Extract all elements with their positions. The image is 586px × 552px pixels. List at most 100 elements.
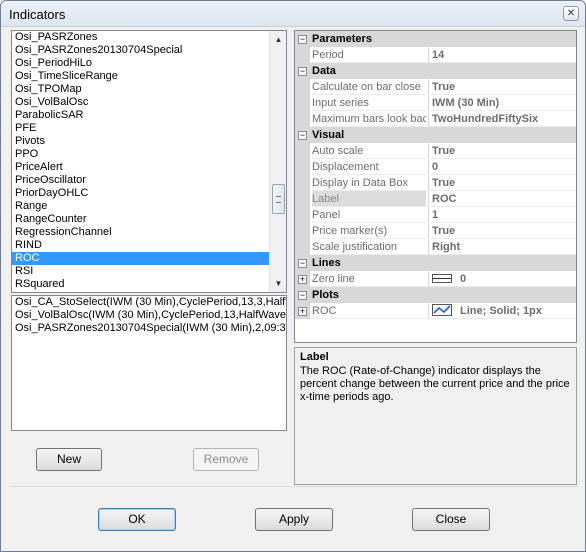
list-item[interactable]: Osi_VolBalOsc [12,96,269,109]
close-button[interactable]: Close [412,508,490,531]
category-lines[interactable]: − Lines [295,255,576,271]
property-row[interactable]: Label ROC [295,191,576,207]
remove-button[interactable]: Remove [193,448,259,471]
property-value[interactable]: Right [428,239,576,255]
property-name: Display in Data Box [312,175,426,191]
close-icon[interactable]: ✕ [563,6,579,21]
row-gutter [295,239,310,255]
list-item[interactable]: Osi_TPOMap [12,83,269,96]
category-label: Lines [312,257,341,269]
row-gutter [295,175,310,191]
category-parameters[interactable]: − Parameters [295,31,576,47]
list-item[interactable]: RSquared [12,278,269,291]
ok-button[interactable]: OK [98,508,176,531]
property-name: Price marker(s) [312,223,426,239]
list-item[interactable]: ParabolicSAR [12,109,269,122]
applied-indicator-item[interactable]: Osi_PASRZones20130704Special(IWM (30 Min… [12,322,286,335]
property-description: Label The ROC (Rate-of-Change) indicator… [294,347,577,485]
property-value[interactable]: 1 [428,207,576,223]
category-data[interactable]: − Data [295,63,576,79]
property-value[interactable]: True [428,79,576,95]
category-plots[interactable]: − Plots [295,287,576,303]
property-row[interactable]: Display in Data Box True [295,175,576,191]
scroll-thumb[interactable] [272,184,285,214]
property-value-text: True [432,225,456,237]
property-row[interactable]: Period 14 [295,47,576,63]
property-value[interactable]: 14 [428,47,576,63]
property-value-text: 14 [432,49,445,61]
list-item[interactable]: RegressionChannel [12,226,269,239]
expand-icon[interactable]: + [298,307,307,316]
category-label: Data [312,65,336,77]
category-visual[interactable]: − Visual [295,127,576,143]
list-item[interactable]: Osi_TimeSliceRange [12,70,269,83]
property-row[interactable]: Price marker(s) True [295,223,576,239]
property-value-text: True [432,145,456,157]
property-value[interactable]: True [428,223,576,239]
scroll-down-arrow-icon[interactable]: ▼ [270,275,286,292]
property-value[interactable]: Line; Solid; 1px [428,303,576,319]
row-gutter [295,47,310,63]
apply-button[interactable]: Apply [255,508,333,531]
property-value-text: 0 [460,273,467,285]
property-value[interactable]: True [428,175,576,191]
description-title: Label [300,351,329,363]
property-row[interactable]: Maximum bars look back TwoHundredFiftySix [295,111,576,127]
list-item[interactable]: ROC [12,252,269,265]
property-row[interactable]: + Zero line 0 [295,271,576,287]
indicator-list[interactable]: Osi_PASRZones Osi_PASRZones20130704Specia… [11,30,287,293]
property-value[interactable]: 0 [428,159,576,175]
row-gutter [295,191,310,207]
list-item[interactable]: RIND [12,239,269,252]
row-gutter [295,207,310,223]
list-item[interactable]: RSI [12,265,269,278]
property-value-text: Right [432,241,461,253]
list-item[interactable]: PFE [12,122,269,135]
list-item[interactable]: PriceAlert [12,161,269,174]
list-item[interactable]: PPO [12,148,269,161]
list-item[interactable]: Osi_PASRZones [12,31,269,44]
list-item[interactable]: Range [12,200,269,213]
applied-indicator-item[interactable]: Osi_CA_StoSelect(IWM (30 Min),CyclePerio… [12,296,286,309]
collapse-icon[interactable]: − [298,67,307,76]
plot-line-icon [432,304,452,316]
row-gutter [295,159,310,175]
list-item[interactable]: RangeCounter [12,213,269,226]
list-item[interactable]: Osi_PeriodHiLo [12,57,269,70]
collapse-icon[interactable]: − [298,131,307,140]
property-row[interactable]: + ROC Line; Solid; 1px [295,303,576,319]
property-name: Auto scale [312,143,426,159]
list-item[interactable]: Osi_PASRZones20130704Special [12,44,269,57]
property-grid[interactable]: − Parameters Period 14− Data Calculate on bar… [294,30,577,343]
list-item[interactable]: PriceOscillator [12,174,269,187]
new-button[interactable]: New [36,448,102,471]
property-row[interactable]: Panel 1 [295,207,576,223]
property-value[interactable]: 0 [428,271,576,287]
category-label: Parameters [312,33,372,45]
collapse-icon[interactable]: − [298,35,307,44]
list-item[interactable]: PriorDayOHLC [12,187,269,200]
row-gutter [295,79,310,95]
applied-indicators-list[interactable]: Osi_CA_StoSelect(IWM (30 Min),CyclePerio… [11,295,287,431]
property-value-text: TwoHundredFiftySix [432,113,539,125]
property-name: Zero line [312,271,426,287]
list-item[interactable]: Pivots [12,135,269,148]
expand-icon[interactable]: + [298,275,307,284]
property-row[interactable]: Scale justification Right [295,239,576,255]
property-row[interactable]: Input series IWM (30 Min) [295,95,576,111]
property-name: ROC [312,303,426,319]
property-value[interactable]: True [428,143,576,159]
indicator-list-scrollbar[interactable]: ▲ ▼ [269,31,286,292]
collapse-icon[interactable]: − [298,259,307,268]
collapse-icon[interactable]: − [298,291,307,300]
property-row[interactable]: Displacement 0 [295,159,576,175]
applied-indicator-item[interactable]: Osi_VolBalOsc(IWM (30 Min),CyclePeriod,1… [12,309,286,322]
property-value[interactable]: IWM (30 Min) [428,95,576,111]
property-name: Label [312,191,426,207]
property-row[interactable]: Calculate on bar close True [295,79,576,95]
property-row[interactable]: Auto scale True [295,143,576,159]
scroll-up-arrow-icon[interactable]: ▲ [270,31,286,48]
property-name: Input series [312,95,426,111]
property-value[interactable]: ROC [428,191,576,207]
property-value[interactable]: TwoHundredFiftySix [428,111,576,127]
